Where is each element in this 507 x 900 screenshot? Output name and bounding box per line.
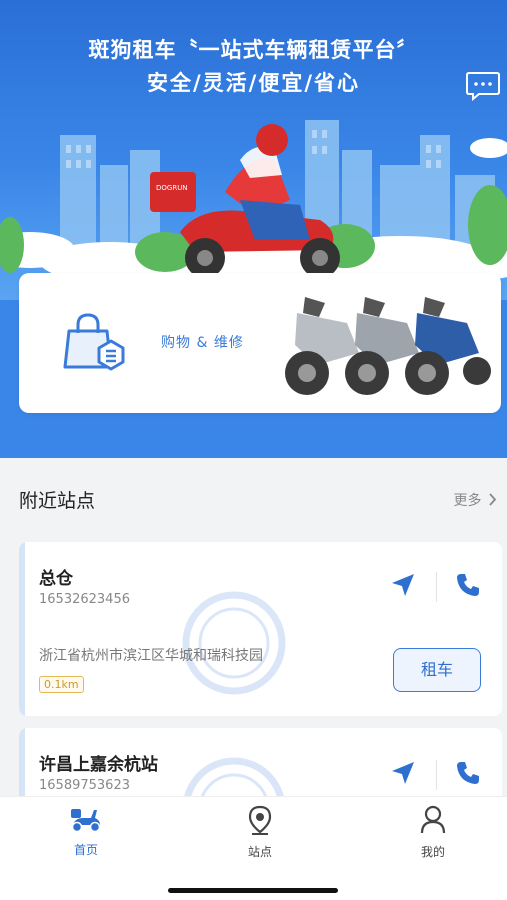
tab-stations[interactable]: 站点 [220,805,300,860]
tab-mine[interactable]: 我的 [393,805,473,860]
call-button[interactable] [455,760,481,790]
person-icon [420,805,446,834]
navigate-button[interactable] [390,572,416,602]
tab-home[interactable]: 首页 [46,805,126,858]
hero-subtitle: 安全/灵活/便宜/省心 [146,71,360,95]
tab-mine-label: 我的 [420,845,445,859]
station-name: 总仓 [39,569,73,589]
hero-title: 斑狗租车〝一站式车辆租赁平台〞 [88,38,419,62]
rent-button[interactable]: 租车 [393,648,481,692]
divider [436,760,437,790]
shop-card-label: 购物 & 维修 [161,335,244,351]
motorcycles-image [285,297,491,395]
distance-badge: 0.1km [39,676,84,693]
more-link-label: 更多 [453,493,482,509]
station-name: 许昌上嘉余杭站 [39,755,158,775]
shopping-repair-card[interactable]: 购物 & 维修 [19,273,501,413]
bottom-tab-bar: 首页 站点 我的 [0,796,507,900]
shopping-bag-icon [63,313,125,371]
tab-stations-label: 站点 [247,845,272,859]
navigate-button[interactable] [390,760,416,790]
phone-icon [457,574,479,596]
stamp-watermark-icon [182,591,286,695]
station-phone: 16589753623 [39,778,130,793]
phone-icon [457,762,479,784]
more-link[interactable]: 更多 [454,490,497,510]
nearby-section-title: 附近站点 [19,490,96,512]
tab-home-label: 首页 [73,843,98,857]
call-button[interactable] [455,572,481,602]
location-pin-icon [248,805,272,835]
hero-banner: DOGRUN 斑狗租车〝一站式车辆租赁平台〞 安全/灵活/便宜/省心 [0,0,507,300]
chat-icon [466,72,500,102]
chevron-right-icon [489,493,497,506]
scooter-icon [71,809,101,833]
divider [436,572,437,602]
navigation-arrow-icon [392,762,414,784]
home-indicator [168,888,338,893]
svg-text:DOGRUN: DOGRUN [156,184,188,192]
station-phone: 16532623456 [39,592,130,607]
navigation-arrow-icon [392,574,414,596]
chat-button[interactable] [465,70,501,102]
station-address: 浙江省杭州市滨江区华城和瑞科技园 [39,648,263,664]
station-card[interactable]: 总仓 16532623456 浙江省杭州市滨江区华城和瑞科技园 0.1km 租车 [19,542,502,716]
